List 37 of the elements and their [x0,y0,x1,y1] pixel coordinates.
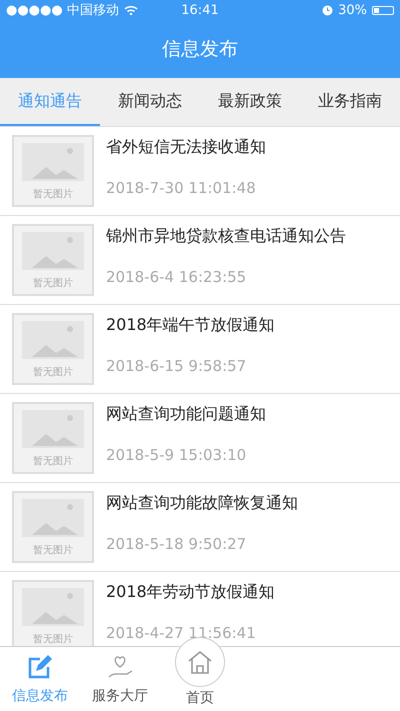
notice-title[interactable]: 锦州市异地贷款核查电话通知公告 [106,226,346,247]
notice-date: 2018-7-30 11:01:48 [106,179,257,197]
notice-title[interactable]: 2018年劳动节放假通知 [106,582,275,603]
notice-title[interactable]: 网站查询功能故障恢复通知 [106,493,298,514]
image-placeholder-icon [22,232,84,270]
notice-date: 2018-5-9 15:03:10 [106,446,248,464]
image-placeholder-icon [22,321,84,359]
image-placeholder-icon [22,143,84,181]
home-icon [186,649,214,675]
tab[interactable]: 新闻动态 [100,78,200,126]
notice-title[interactable]: 省外短信无法接收通知 [106,137,266,158]
placeholder-caption: 暂无图片 [32,544,74,557]
image-placeholder-icon [22,588,84,626]
placeholder-caption: 暂无图片 [32,366,74,379]
tab[interactable]: 业务指南 [300,78,400,126]
battery-icon [372,6,394,14]
notice-date: 2018-5-18 9:50:27 [106,535,248,553]
nav-item[interactable]: 服务大厅 [80,647,160,711]
notice-title[interactable]: 网站查询功能问题通知 [106,404,266,425]
carrier-label: ●●●●● 中国移动 [6,2,119,19]
notice-date: 2018-6-4 16:23:55 [106,268,248,286]
home-circle[interactable] [175,637,225,687]
placeholder-caption: 暂无图片 [32,276,74,290]
battery-percent: 30% [338,2,367,18]
clock-time: 16:41 [181,2,219,18]
edit-icon [26,653,54,681]
placeholder-caption: 暂无图片 [32,188,74,201]
page-title: 信息发布 [162,37,238,62]
wifi-icon [124,5,138,15]
notice-date: 2018-6-15 9:58:57 [106,357,248,375]
tab[interactable]: 最新政策 [200,78,300,126]
notice-title[interactable]: 2018年端午节放假通知 [106,315,275,336]
image-placeholder-icon [22,499,84,537]
placeholder-caption: 暂无图片 [32,454,74,468]
image-placeholder-icon [22,410,84,448]
placeholder-caption: 暂无图片 [32,632,74,646]
alarm-icon [322,4,334,16]
